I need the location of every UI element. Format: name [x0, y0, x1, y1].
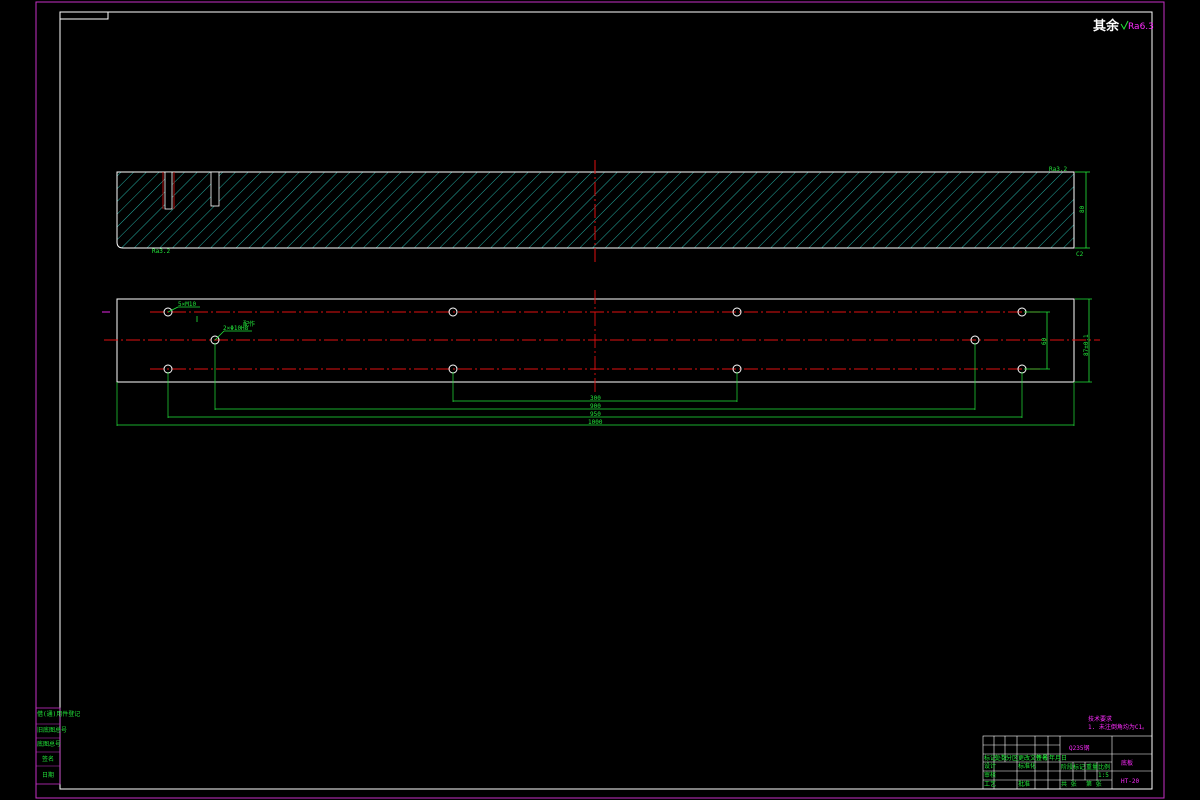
tb-cell: 签名 [1036, 754, 1048, 762]
hole-callout-m10: 5×M10 [178, 301, 196, 308]
tb-cell: 审核 [984, 771, 996, 779]
general-surface-finish: 其余 Ra6.3 [1093, 18, 1154, 34]
tb-cell: 重量 [1086, 763, 1098, 771]
drawing-sheet: 其余 Ra6.3 Ra3.2 Ra3.2 80 C2 5×M10 2×Φ10H8… [35, 1, 1165, 799]
drawing-number-box [59, 11, 109, 20]
front-chamfer-dim: C2 [1076, 251, 1084, 258]
front-top-finish: Ra3.2 [1049, 166, 1067, 173]
callout-leader-1 [167, 306, 179, 313]
surface-finish-symbol: Ra6.3 [1128, 22, 1154, 32]
surface-finish-prefix: 其余 [1093, 18, 1120, 34]
stamp-row: 旧底图总号 [37, 726, 67, 734]
stamp-row: 日期 [42, 771, 54, 779]
tb-cell: 共 张 [1061, 780, 1077, 788]
tb-cell: 比例 [1098, 763, 1110, 771]
stamp-row: 签名 [42, 755, 54, 763]
tb-cell: 分区 [1006, 754, 1018, 762]
dim-87: 87±0.1 [1083, 334, 1090, 356]
dim-60: 60 [1041, 337, 1048, 345]
tech-req-line1: 1. 未注倒角均为C1。 [1088, 723, 1148, 731]
front-section-view: Ra3.2 Ra3.2 80 C2 [116, 160, 1090, 262]
tb-cell: 年月日 [1049, 754, 1067, 762]
tb-cell: 1:5 [1098, 772, 1109, 779]
dim-900: 900 [590, 403, 601, 410]
title-block-text: Q235钢 底板 HT-20 标记 处数 分区 更改文件号 签名 年月日 设计 … [984, 744, 1139, 788]
stamp-row: 借(通)用件登记 [37, 710, 80, 718]
tb-part-name: 底板 [1121, 759, 1133, 767]
left-stamp-box: 借(通)用件登记 旧底图总号 底图总号 签名 日期 [35, 707, 80, 785]
technical-requirements: 技术要求 1. 未注倒角均为C1。 [1088, 715, 1148, 731]
front-height-dim: 80 [1079, 205, 1086, 213]
top-view: 5×M10 2×Φ10H8 配作 300 900 950 1000 60 87±… [102, 290, 1100, 426]
tapped-hole-1 [164, 171, 173, 210]
front-bottom-finish: Ra3.2 [152, 248, 170, 255]
pin-hole-1 [210, 171, 220, 207]
horizontal-dimensions: 300 900 950 1000 [116, 343, 1075, 426]
hole-callout-pin-note: 配作 [243, 320, 255, 328]
top-view-outline [116, 298, 1075, 383]
dim-300: 300 [590, 395, 601, 402]
tb-cell: 工艺 [984, 780, 996, 788]
tb-cell: 设计 [984, 762, 996, 770]
callout-leader-2 [214, 330, 225, 341]
tb-cell: 第 张 [1086, 780, 1102, 788]
inner-frame [59, 11, 1153, 790]
tb-drawing-no: HT-20 [1121, 778, 1139, 785]
tb-cell: 阶段标记 [1061, 763, 1085, 771]
tb-cell: 批准 [1018, 780, 1030, 788]
roughness-check-icon [1120, 20, 1129, 31]
stamp-row: 底图总号 [37, 740, 61, 748]
dim-1000: 1000 [588, 419, 603, 426]
tb-cell: 标准化 [1018, 762, 1036, 770]
tb-material: Q235钢 [1069, 744, 1089, 752]
tech-req-heading: 技术要求 [1088, 715, 1112, 723]
dim-950: 950 [590, 411, 601, 418]
